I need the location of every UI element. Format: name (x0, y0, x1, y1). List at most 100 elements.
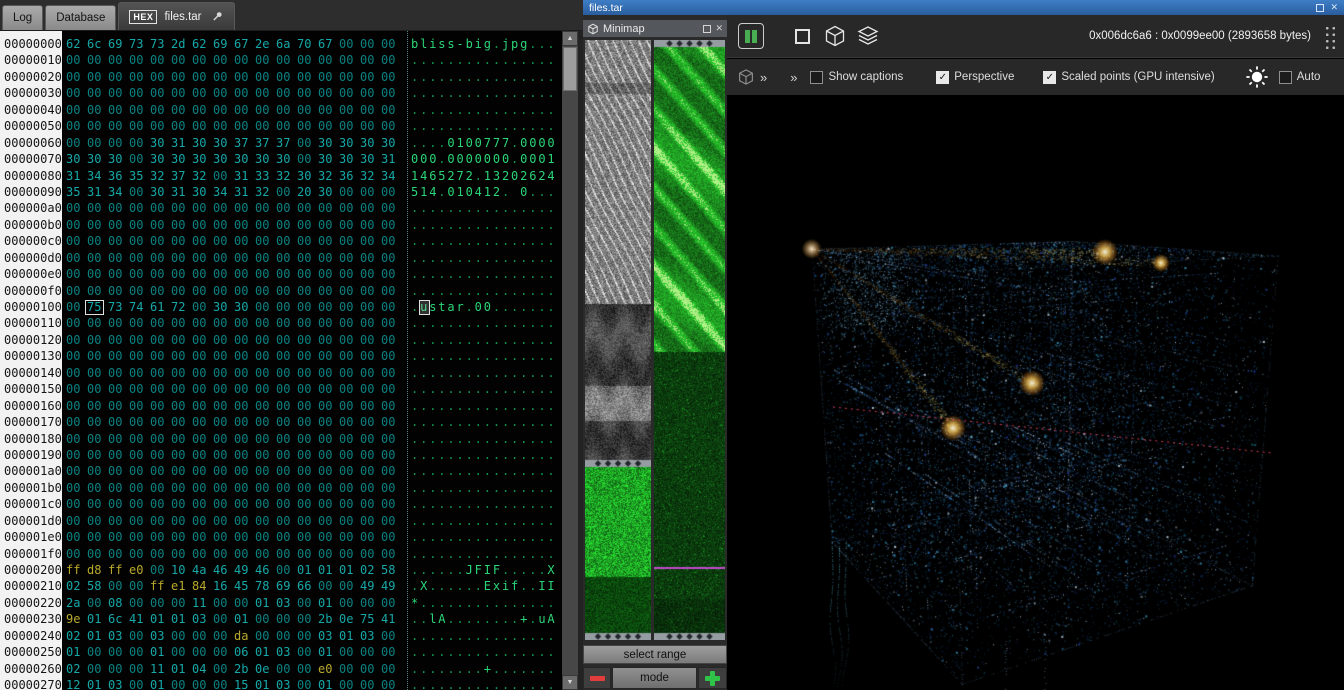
hex-ascii[interactable]: ................ (411, 547, 557, 561)
hex-bytes[interactable]: 00 00 00 00 00 00 00 00 00 00 00 00 00 00 00 00 (66, 103, 402, 117)
hex-row[interactable]: 000001f0 00 00 00 00 00 00 00 00 00 00 00 00 00 00 00 00… (0, 546, 562, 562)
node-tree-icon[interactable] (738, 23, 764, 49)
hex-row[interactable]: 000000f0 00 00 00 00 00 00 00 00 00 00 00 00 00 00 00 00… (0, 283, 562, 299)
hex-row[interactable]: 000000d0 00 00 00 00 00 00 00 00 00 00 00 00 00 00 00 00… (0, 250, 562, 266)
hex-bytes[interactable]: 9e 01 6c 41 01 01 03 00 01 00 00 00 2b 0e 75 41 (66, 612, 402, 626)
hex-bytes[interactable]: 00 00 00 00 00 00 00 00 00 00 00 00 00 00 00 00 (66, 284, 402, 298)
minimap-titlebar[interactable]: Minimap ✕ (583, 20, 727, 37)
hex-bytes[interactable]: 00 00 00 00 00 00 00 00 00 00 00 00 00 00 00 00 (66, 53, 402, 67)
hex-row[interactable]: 000000e0 00 00 00 00 00 00 00 00 00 00 00 00 00 00 00 00… (0, 266, 562, 282)
hex-row[interactable]: 00000130 00 00 00 00 00 00 00 00 00 00 00 00 00 00 00 00… (0, 348, 562, 364)
hex-ascii[interactable]: *............... (411, 596, 557, 610)
hex-ascii[interactable]: ................ (411, 119, 557, 133)
tab-log[interactable]: Log (2, 5, 44, 30)
hex-ascii[interactable]: ................ (411, 464, 557, 478)
hex-row[interactable]: 000001a0 00 00 00 00 00 00 00 00 00 00 00 00 00 00 00 00… (0, 463, 562, 479)
hex-ascii[interactable]: .X......Exif..II (411, 579, 557, 593)
scrollbar-thumb[interactable] (563, 47, 577, 91)
hex-bytes[interactable]: 00 00 00 00 00 00 00 00 00 00 00 00 00 00 00 00 (66, 316, 402, 330)
hex-row[interactable]: 00000060 00 00 00 00 30 31 30 30 37 37 37 00 30 30 30 30… (0, 135, 562, 151)
hex-bytes[interactable]: 00 00 00 00 00 00 00 00 00 00 00 00 00 00 00 00 (66, 464, 402, 478)
hex-bytes[interactable]: 00 00 00 00 00 00 00 00 00 00 00 00 00 00 00 00 (66, 432, 402, 446)
layers-view-icon[interactable] (856, 24, 880, 48)
hex-row[interactable]: 000000b0 00 00 00 00 00 00 00 00 00 00 00 00 00 00 00 00… (0, 217, 562, 233)
hex-ascii[interactable]: ........ +....... (411, 662, 557, 676)
hex-bytes[interactable]: ff d8 ff e0 00 10 4a 46 49 46 00 01 01 01 02 58 (66, 563, 402, 577)
hex-bytes[interactable]: 62 6c 69 73 73 2d 62 69 67 2e 6a 70 67 00 00 00 (66, 37, 402, 51)
hex-bytes[interactable]: 00 00 00 00 00 00 00 00 00 00 00 00 00 00 00 00 (66, 481, 402, 495)
auto-brightness-checkbox[interactable] (1278, 70, 1292, 84)
hex-row[interactable]: 00000110 00 00 00 00 00 00 00 00 00 00 00 00 00 00 00 00… (0, 315, 562, 331)
expand-chevron-icon[interactable]: » (760, 70, 767, 85)
sampler-cube-icon[interactable] (737, 68, 755, 86)
toolbar-grip-icon[interactable] (1323, 23, 1336, 49)
hex-ascii[interactable]: ................ (411, 349, 557, 363)
hex-row[interactable]: 00000050 00 00 00 00 00 00 00 00 00 00 00 00 00 00 00 00… (0, 118, 562, 134)
hex-row[interactable]: 00000010 00 00 00 00 00 00 00 00 00 00 00 00 00 00 00 00… (0, 52, 562, 68)
hex-ascii[interactable]: ................ (411, 70, 557, 84)
hex-row[interactable]: 00000020 00 00 00 00 00 00 00 00 00 00 00 00 00 00 00 00… (0, 69, 562, 85)
hex-ascii[interactable]: .. l A........ +. u A (411, 612, 557, 626)
hex-bytes[interactable]: 00 00 00 00 00 00 00 00 00 00 00 00 00 00 00 00 (66, 382, 402, 396)
expand-chevron2-icon[interactable]: » (790, 70, 797, 85)
hex-ascii[interactable]: ................ (411, 201, 557, 215)
hex-row[interactable]: 000001d0 00 00 00 00 00 00 00 00 00 00 00 00 00 00 00 00… (0, 513, 562, 529)
hex-ascii[interactable]: ................ (411, 448, 557, 462)
hex-bytes[interactable]: 00 00 00 00 00 00 00 00 00 00 00 00 00 00 00 00 (66, 514, 402, 528)
flat-view-icon[interactable] (795, 28, 810, 44)
hex-bytes[interactable]: 00 00 00 00 00 00 00 00 00 00 00 00 00 00 00 00 (66, 530, 402, 544)
cube-view-icon[interactable] (823, 24, 847, 48)
hex-bytes[interactable]: 02 01 03 00 03 00 00 00 da 00 00 00 03 01 03 00 (66, 629, 402, 643)
hex-row[interactable]: 00000260 02 00 00 00 11 01 04 00 2b 0e 00 00 e0 00 00 00… (0, 661, 562, 677)
mode-button[interactable]: mode (612, 667, 697, 689)
hex-ascii[interactable]: 000.0000000.0001 (411, 152, 557, 166)
hex-ascii[interactable]: ................ (411, 366, 557, 380)
hex-bytes[interactable]: 00 00 00 00 00 00 00 00 00 00 00 00 00 00 00 00 (66, 201, 402, 215)
visualization-titlebar[interactable]: files.tar ✕ (583, 0, 1344, 15)
hex-ascii[interactable]: .ustar.00....... (411, 300, 557, 316)
hex-ascii[interactable]: ................ (411, 267, 557, 281)
hex-bytes[interactable]: 2a 00 08 00 00 00 11 00 00 01 03 00 01 00 00 00 (66, 596, 402, 610)
hex-bytes[interactable]: 00 00 00 00 00 00 00 00 00 00 00 00 00 00 00 00 (66, 366, 402, 380)
hex-bytes[interactable]: 00 75 73 74 61 72 00 30 30 00 00 00 00 00 00 00 (66, 300, 402, 316)
hex-ascii[interactable]: ................ (411, 251, 557, 265)
hex-row[interactable]: 00000100 00 75 73 74 61 72 00 30 30 00 00 00 00 00 00 00… (0, 299, 562, 316)
hex-row[interactable]: 00000140 00 00 00 00 00 00 00 00 00 00 00 00 00 00 00 00… (0, 365, 562, 381)
hex-bytes[interactable]: 00 00 00 00 00 00 00 00 00 00 00 00 00 00 00 00 (66, 218, 402, 232)
hex-ascii[interactable]: ................ (411, 333, 557, 347)
hex-row[interactable]: 00000080 31 34 36 35 32 37 32 00 31 33 32 30 32 36 32 34… (0, 168, 562, 184)
perspective-checkbox[interactable]: ✓ (936, 70, 950, 84)
hex-row[interactable]: 000000c0 00 00 00 00 00 00 00 00 00 00 00 00 00 00 00 00… (0, 233, 562, 249)
add-minimap-button[interactable] (698, 667, 727, 689)
hex-bytes[interactable]: 00 00 00 00 00 00 00 00 00 00 00 00 00 00 00 00 (66, 399, 402, 413)
minimap-float-icon[interactable] (703, 24, 712, 33)
scroll-down-button[interactable]: ▼ (562, 675, 578, 690)
select-range-button[interactable]: select range (583, 645, 727, 664)
hex-bytes[interactable]: 00 00 00 00 30 31 30 30 37 37 37 00 30 30 30 30 (66, 136, 402, 150)
hex-row[interactable]: 00000180 00 00 00 00 00 00 00 00 00 00 00 00 00 00 00 00… (0, 431, 562, 447)
hex-ascii[interactable]: ................ (411, 103, 557, 117)
hex-bytes[interactable]: 00 00 00 00 00 00 00 00 00 00 00 00 00 00 00 00 (66, 86, 402, 100)
hex-bytes[interactable]: 02 58 00 00 ff e1 84 16 45 78 69 66 00 00 49 49 (66, 579, 402, 593)
hex-bytes[interactable]: 02 00 00 00 11 01 04 00 2b 0e 00 00 e0 00 00 00 (66, 662, 402, 676)
tab-files-tar[interactable]: HEX files.tar (118, 2, 235, 30)
minimap-close-icon[interactable]: ✕ (715, 23, 723, 34)
scrollbar-track[interactable] (562, 46, 578, 675)
hex-ascii[interactable]: ................ (411, 530, 557, 544)
hex-ascii[interactable]: ................ (411, 645, 557, 659)
hex-bytes[interactable]: 00 00 00 00 00 00 00 00 00 00 00 00 00 00 00 00 (66, 497, 402, 511)
hex-row[interactable]: 00000160 00 00 00 00 00 00 00 00 00 00 00 00 00 00 00 00… (0, 398, 562, 414)
hex-row[interactable]: 00000070 30 30 30 00 30 30 30 30 30 30 30 00 30 30 30 31… (0, 151, 562, 167)
hex-ascii[interactable]: 514.010412. 0... (411, 185, 557, 199)
hex-bytes[interactable]: 30 30 30 00 30 30 30 30 30 30 30 00 30 30 30 31 (66, 152, 402, 166)
hex-row[interactable]: 000001e0 00 00 00 00 00 00 00 00 00 00 00 00 00 00 00 00… (0, 529, 562, 545)
hex-ascii[interactable]: ................ (411, 629, 557, 643)
hex-bytes[interactable]: 00 00 00 00 00 00 00 00 00 00 00 00 00 00 00 00 (66, 333, 402, 347)
hex-row[interactable]: 00000230 9e 01 6c 41 01 01 03 00 01 00 00 00 2b 0e 75 41… (0, 611, 562, 627)
hex-ascii[interactable]: ................ (411, 53, 557, 67)
hex-scrollbar[interactable]: ▲ ▼ (562, 31, 578, 690)
hex-ascii[interactable]: ................ (411, 481, 557, 495)
brightness-icon[interactable] (1244, 64, 1270, 90)
hex-bytes[interactable]: 00 00 00 00 00 00 00 00 00 00 00 00 00 00 00 00 (66, 349, 402, 363)
hex-row[interactable]: 00000240 02 01 03 00 03 00 00 00 da 00 00 00 03 01 03 00… (0, 628, 562, 644)
